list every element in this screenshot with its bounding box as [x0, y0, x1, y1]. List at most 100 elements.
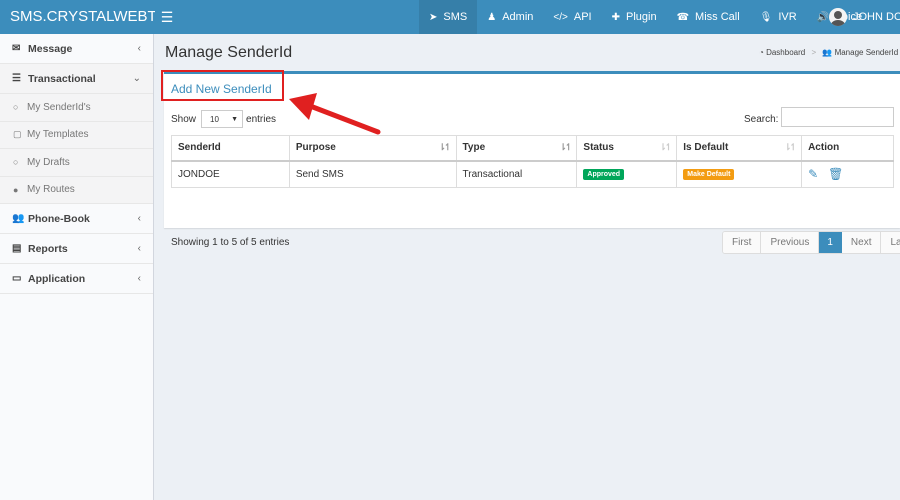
entries-value: 10 — [210, 114, 219, 124]
avatar — [829, 8, 847, 26]
senderid-table: SenderId Purpose ⇂↿ Type ⇂↿ Status ⇂↿ Is De… — [171, 135, 894, 188]
table-info: Showing 1 to 5 of 5 entries — [171, 237, 290, 248]
page-title: Manage SenderId — [165, 44, 293, 61]
sidebar-item-label: Message — [28, 42, 73, 55]
column-header-type[interactable]: Type ⇂↿ — [455, 135, 578, 162]
circle-icon: ○ — [13, 157, 19, 168]
nav-item-ivr[interactable]: 🎙 IVR — [750, 0, 807, 34]
sidebar-toggle-icon[interactable]: ☰ — [155, 0, 179, 34]
users-icon: 👥 — [12, 213, 25, 224]
sidebar-subitem-my-templates[interactable]: ▢ My Templates — [0, 121, 153, 149]
sidebar: ✉ Message ‹ ☰ Transactional ⌄ ○ My Sende… — [0, 34, 154, 500]
column-header-label: Purpose — [295, 142, 336, 154]
top-navbar: SMS.CRYSTALWEBTECH ☰ ➤ SMS ♟ Admin </> API … — [0, 0, 900, 34]
page-next-button[interactable]: Next — [841, 232, 882, 253]
column-header-label: Action — [808, 142, 840, 154]
nav-item-admin[interactable]: ♟ Admin — [477, 0, 543, 34]
user-name: JOHN DOE — [853, 11, 900, 23]
paper-plane-icon: ➤ — [429, 11, 438, 23]
cell-purpose: Send SMS — [288, 160, 457, 188]
sidebar-item-message[interactable]: ✉ Message ‹ — [0, 34, 153, 64]
volume-icon: 🔊 — [816, 11, 830, 23]
breadcrumb-dashboard[interactable]: Dashboard — [766, 48, 805, 57]
page-last-button[interactable]: Last — [881, 232, 900, 253]
sidebar-subitem-my-senderids[interactable]: ○ My SenderId's — [0, 94, 153, 122]
nav-label: Plugin — [625, 11, 657, 23]
breadcrumb: ◔ Dashboard > 👥 Manage SenderId — [759, 48, 898, 57]
nav-label: Miss Call — [695, 11, 740, 23]
pagination: First Previous 1 Next Last — [722, 231, 900, 254]
nav-label: API — [573, 11, 592, 23]
make-default-button[interactable]: Make Default — [683, 169, 735, 181]
puzzle-icon: ✚ — [611, 11, 620, 23]
search-input[interactable] — [781, 107, 894, 127]
caret-down-icon: ▼ — [231, 115, 239, 123]
chevron-left-icon: ‹ — [137, 273, 141, 284]
annotation-highlight-box — [161, 70, 284, 101]
main-content: Manage SenderId ◔ Dashboard > 👥 Manage S… — [155, 34, 900, 500]
laptop-icon: ▭ — [12, 273, 22, 284]
code-icon: </> — [553, 11, 568, 23]
user-secret-icon: ♟ — [487, 11, 497, 23]
nav-label: Admin — [502, 11, 534, 23]
table-row: JONDOE Send SMS Transactional Approved M… — [171, 160, 894, 188]
sidebar-subitem-my-drafts[interactable]: ○ My Drafts — [0, 149, 153, 177]
table-icon: ▤ — [12, 243, 22, 254]
edit-icon[interactable]: ✎ — [808, 167, 818, 181]
status-badge: Approved — [583, 169, 625, 181]
annotation-arrow-icon — [289, 93, 381, 135]
show-entries: Show 10 ▼ entries — [171, 110, 276, 128]
dashboard-icon: ◔ — [759, 48, 764, 57]
chevron-left-icon: ‹ — [137, 243, 141, 254]
chevron-down-icon: ⌄ — [132, 73, 141, 84]
top-nav: ➤ SMS ♟ Admin </> API ✚ Plugin ☎ Miss Call 🎙 I… — [419, 0, 872, 34]
sidebar-item-label: Phone-Book — [28, 212, 90, 225]
user-menu[interactable]: JOHN DOE — [829, 0, 900, 34]
sidebar-subitem-label: My Templates — [27, 129, 89, 141]
nav-item-miss-call[interactable]: ☎ Miss Call — [667, 0, 750, 34]
page-previous-button[interactable]: Previous — [761, 232, 820, 253]
dot-circle-icon: ● — [13, 184, 19, 195]
breadcrumb-separator: > — [811, 48, 817, 57]
sort-icon: ⇂↿ — [438, 142, 451, 152]
column-header-status[interactable]: Status ⇂↿ — [576, 135, 678, 162]
sticky-note-icon: ▢ — [13, 129, 22, 140]
sidebar-item-reports[interactable]: ▤ Reports ‹ — [0, 234, 153, 264]
nav-item-sms[interactable]: ➤ SMS — [419, 0, 478, 34]
table-header-row: SenderId Purpose ⇂↿ Type ⇂↿ Status ⇂↿ Is De… — [171, 135, 894, 162]
cell-is-default: Make Default — [676, 160, 803, 188]
sidebar-subitem-label: My SenderId's — [27, 101, 91, 113]
page-number-button[interactable]: 1 — [819, 232, 842, 253]
brand-logo[interactable]: SMS.CRYSTALWEBTECH — [0, 0, 155, 34]
sidebar-item-label: Application — [28, 272, 86, 285]
page-first-button[interactable]: First — [723, 232, 762, 253]
sort-icon: ⇂↿ — [559, 142, 572, 152]
column-header-senderid[interactable]: SenderId — [171, 135, 290, 162]
sidebar-item-phone-book[interactable]: 👥 Phone-Book ‹ — [0, 204, 153, 234]
column-header-is-default[interactable]: Is Default ⇂↿ — [676, 135, 803, 162]
sort-icon: ⇂↿ — [783, 142, 797, 152]
list-icon: ☰ — [12, 73, 21, 84]
chevron-left-icon: ‹ — [137, 43, 141, 54]
trash-icon[interactable]: 🗑 — [828, 167, 843, 181]
sidebar-item-transactional[interactable]: ☰ Transactional ⌄ — [0, 64, 153, 94]
column-header-label: Is Default — [683, 142, 729, 154]
cell-type: Transactional — [455, 160, 578, 188]
microphone-icon: 🎙 — [759, 11, 773, 23]
sidebar-item-label: Reports — [28, 242, 68, 255]
column-header-action: Action — [801, 135, 894, 162]
cell-senderid: JONDOE — [171, 160, 290, 188]
nav-label: IVR — [778, 11, 797, 23]
cell-action: ✎ 🗑 — [801, 160, 894, 188]
sidebar-subitem-my-routes[interactable]: ● My Routes — [0, 176, 153, 204]
nav-item-api[interactable]: </> API — [543, 0, 601, 34]
sidebar-subitem-label: My Drafts — [27, 156, 70, 168]
nav-item-plugin[interactable]: ✚ Plugin — [602, 0, 667, 34]
sidebar-item-application[interactable]: ▭ Application ‹ — [0, 264, 153, 294]
entries-select[interactable]: 10 ▼ — [201, 110, 244, 128]
show-label: Show — [171, 113, 197, 125]
column-header-label: SenderId — [178, 142, 221, 154]
envelope-icon: ✉ — [12, 43, 21, 54]
chevron-left-icon: ‹ — [137, 213, 141, 224]
users-icon: 👥 — [822, 48, 833, 57]
